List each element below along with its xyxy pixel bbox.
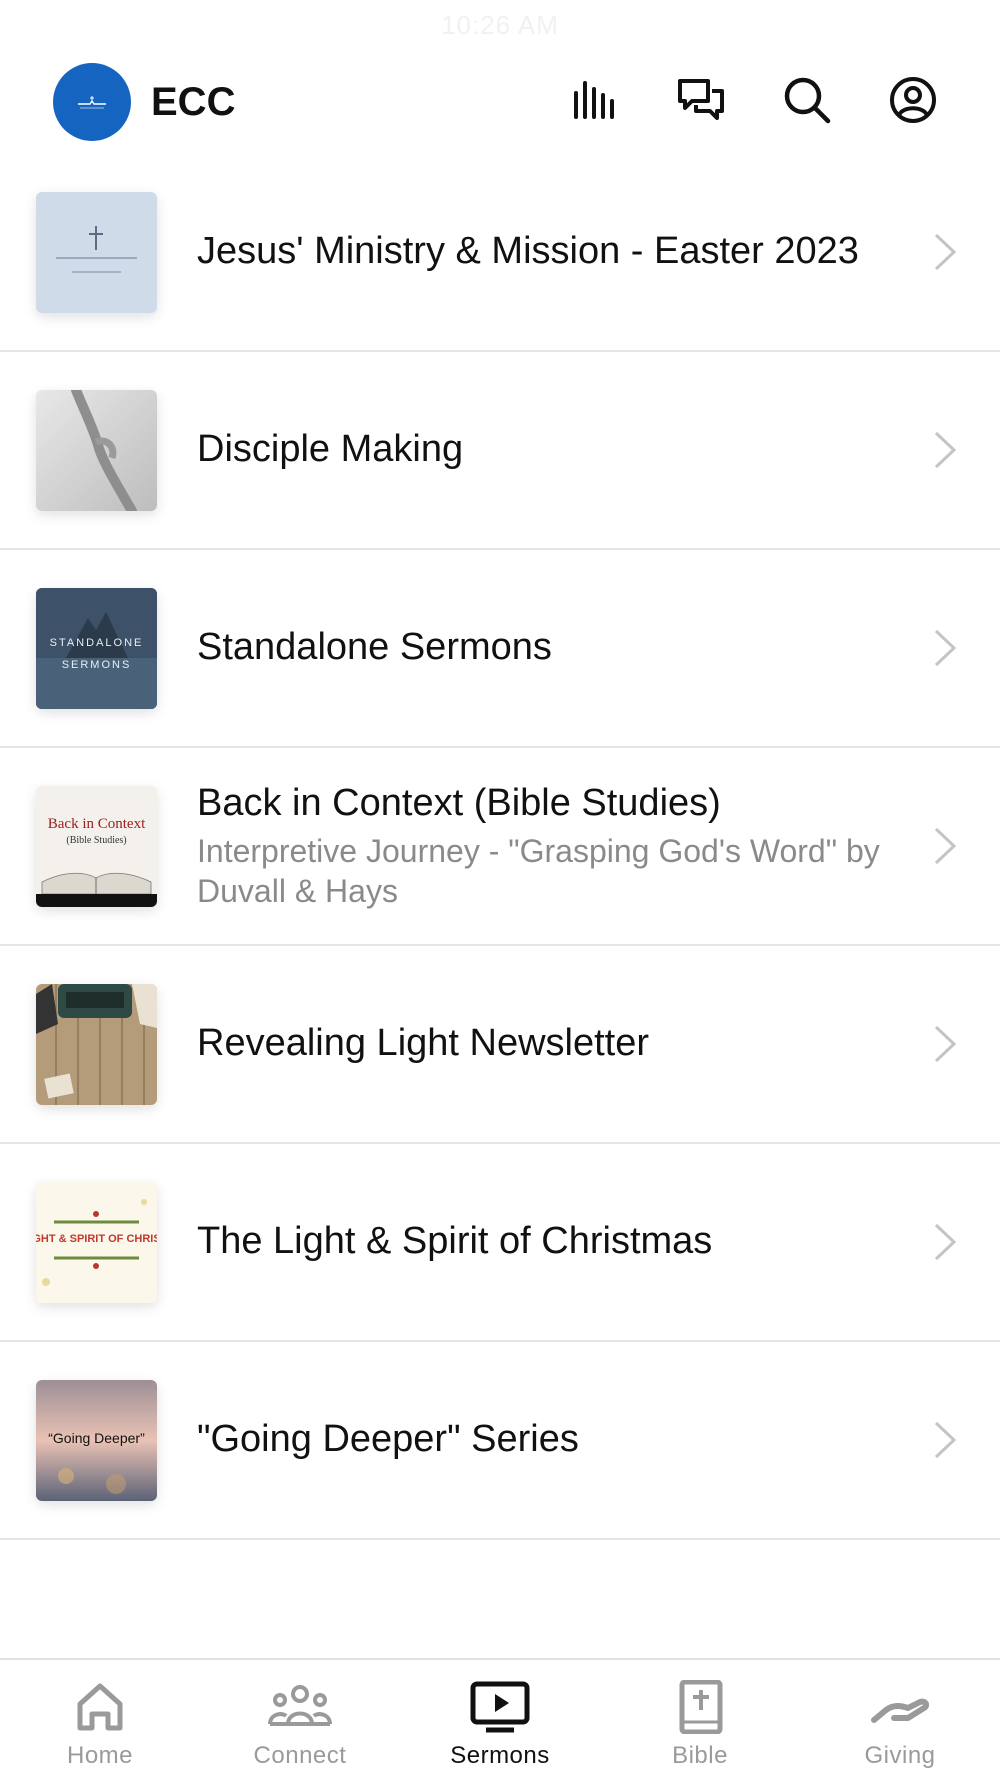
people-icon: [268, 1685, 332, 1726]
thumbnail-caption: GHT & SPIRIT OF CHRIS: [36, 1232, 157, 1245]
thumbnail-caption: STANDALONE: [49, 636, 144, 649]
search-icon[interactable]: [782, 72, 832, 128]
standalone-sermons-thumbnail: STANDALONE SERMONS: [36, 587, 157, 709]
bible-icon: [679, 1680, 723, 1734]
list-item[interactable]: STANDALONE SERMONS Standalone Sermons: [0, 550, 1000, 748]
status-time: 10:26 AM: [441, 9, 559, 40]
status-bar: 10:26 AM: [0, 0, 1000, 50]
app-name: ECC: [151, 80, 236, 124]
list-item[interactable]: Jesus' Ministry & Mission - Easter 2023: [0, 154, 1000, 352]
header-actions: [570, 72, 938, 128]
chevron-right-icon: [930, 627, 960, 669]
chevron-right-icon: [930, 1419, 960, 1461]
tab-label: Sermons: [450, 1742, 550, 1769]
chevron-right-icon: [930, 825, 960, 867]
thumbnail-caption: SERMONS: [61, 658, 132, 671]
tab-label: Bible: [672, 1742, 728, 1769]
list-item-title: Jesus' Ministry & Mission - Easter 2023: [197, 230, 859, 273]
list-item[interactable]: GHT & SPIRIT OF CHRIS The Light & Spirit…: [0, 1144, 1000, 1342]
list-item-title: Back in Context (Bible Studies): [197, 782, 721, 825]
church-logo[interactable]: [53, 63, 131, 141]
hands-thumbnail: [36, 389, 157, 511]
list-item[interactable]: Disciple Making: [0, 352, 1000, 550]
christmas-thumbnail: GHT & SPIRIT OF CHRIS: [36, 1181, 157, 1303]
chevron-right-icon: [930, 1023, 960, 1065]
tab-sermons[interactable]: Sermons: [400, 1660, 600, 1778]
list-item[interactable]: Back in Context (Bible Studies) Back in …: [0, 748, 1000, 946]
tv-play-icon: [470, 1681, 530, 1733]
tab-label: Giving: [864, 1742, 936, 1769]
audio-bars-icon[interactable]: [570, 72, 620, 128]
account-icon[interactable]: [888, 72, 938, 128]
home-icon: [77, 1683, 123, 1731]
tab-bar: Home Connect Sermons Bible Giving: [0, 1658, 1000, 1778]
chevron-right-icon: [930, 1221, 960, 1263]
list-item[interactable]: “Going Deeper” "Going Deeper" Series: [0, 1342, 1000, 1540]
tab-label: Connect: [253, 1742, 347, 1769]
typewriter-thumbnail: [36, 983, 157, 1105]
list-item[interactable]: Revealing Light Newsletter: [0, 946, 1000, 1144]
list-item-subtitle: Interpretive Journey - "Grasping God's W…: [197, 832, 880, 909]
tab-connect[interactable]: Connect: [200, 1660, 400, 1778]
chevron-right-icon: [930, 429, 960, 471]
list-item-title: Disciple Making: [197, 428, 464, 471]
ministry-mission-thumbnail: [36, 191, 157, 313]
giving-hand-icon: [871, 1698, 930, 1723]
list-item-title: Revealing Light Newsletter: [197, 1022, 650, 1065]
tab-bible[interactable]: Bible: [600, 1660, 800, 1778]
tab-label: Home: [66, 1742, 134, 1769]
list-item-title: Standalone Sermons: [197, 626, 552, 669]
sermon-series-list: Jesus' Ministry & Mission - Easter 2023 …: [0, 154, 1000, 1540]
tab-giving[interactable]: Giving: [800, 1660, 1000, 1778]
thumbnail-caption: “Going Deeper”: [48, 1429, 145, 1446]
list-item-title: The Light & Spirit of Christmas: [197, 1220, 713, 1263]
app-header: ECC: [0, 50, 1000, 154]
chevron-right-icon: [930, 231, 960, 273]
church-logo-icon: [78, 96, 106, 109]
list-item-title: "Going Deeper" Series: [197, 1418, 579, 1461]
tab-home[interactable]: Home: [0, 1660, 200, 1778]
chat-icon[interactable]: [676, 72, 726, 128]
back-in-context-thumbnail: Back in Context (Bible Studies): [36, 785, 157, 907]
going-deeper-thumbnail: “Going Deeper”: [36, 1379, 157, 1501]
